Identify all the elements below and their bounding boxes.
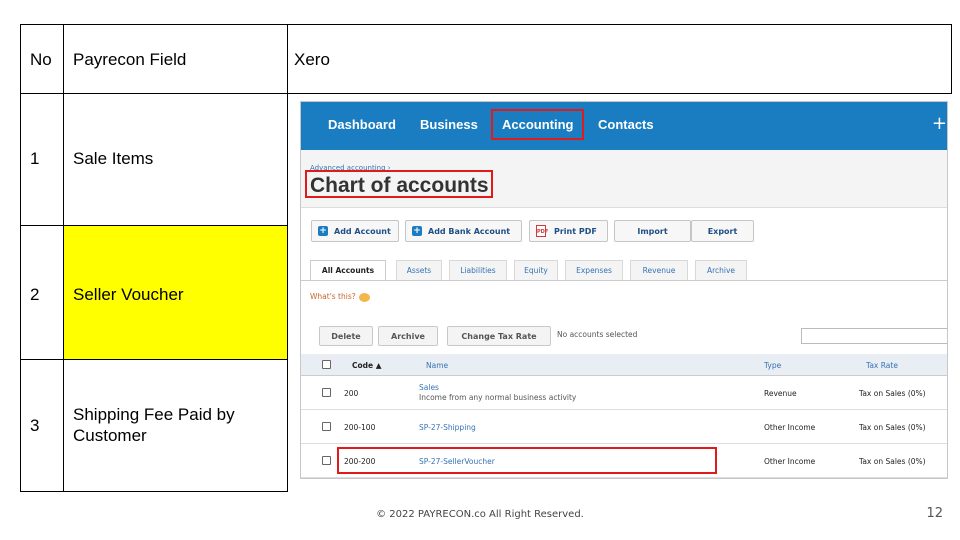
account-type: Other Income (764, 457, 816, 466)
row1-field: Sale Items (73, 149, 154, 168)
row2-no: 2 (30, 285, 40, 304)
tab-expenses[interactable]: Expenses (565, 260, 623, 280)
tab-archive[interactable]: Archive (695, 260, 747, 280)
page-number: 12 (926, 506, 943, 521)
column-name[interactable]: Name (426, 361, 448, 370)
nav-contacts[interactable]: Contacts (598, 117, 654, 132)
tab-all-accounts[interactable]: All Accounts (310, 260, 386, 280)
export-label: Export (707, 226, 738, 236)
nav-business[interactable]: Business (420, 117, 478, 132)
header-no: No (30, 50, 52, 69)
add-bank-account-label: Add Bank Account (428, 226, 511, 236)
row1-no-cell (20, 93, 64, 226)
account-tax-rate: Tax on Sales (0%) (859, 423, 926, 432)
table-row[interactable]: 200-100 SP-27-Shipping Other Income Tax … (301, 410, 947, 444)
tab-revenue[interactable]: Revenue (630, 260, 688, 280)
pdf-icon: PDF (536, 225, 548, 237)
xero-screenshot: Dashboard Business Accounting Contacts +… (300, 101, 948, 479)
account-type: Other Income (764, 423, 816, 432)
header-payrecon-field: Payrecon Field (73, 50, 187, 69)
copyright-footer: © 2022 PAYRECON.co All Right Reserved. (376, 509, 584, 520)
print-pdf-label: Print PDF (554, 226, 597, 236)
column-type[interactable]: Type (764, 361, 781, 370)
tab-liabilities[interactable]: Liabilities (449, 260, 507, 280)
archive-button[interactable]: Archive (378, 326, 438, 346)
account-name[interactable]: SP-27-Shipping (419, 423, 476, 432)
account-type: Revenue (764, 389, 797, 398)
import-label: Import (637, 226, 668, 236)
delete-button[interactable]: Delete (319, 326, 373, 346)
header-xero: Xero (294, 50, 330, 69)
account-description: Income from any normal business activity (419, 393, 577, 402)
import-button[interactable]: Import (614, 220, 691, 242)
account-code: 200-100 (344, 423, 376, 432)
title-highlight-box (305, 170, 493, 198)
account-tax-rate: Tax on Sales (0%) (859, 457, 926, 466)
whats-this-label: What's this? (310, 292, 356, 301)
plus-icon: + (318, 226, 328, 236)
account-code: 200 (344, 389, 359, 398)
print-pdf-button[interactable]: PDF Print PDF (529, 220, 608, 242)
nav-dashboard[interactable]: Dashboard (328, 117, 396, 132)
row3-field-line1: Shipping Fee Paid by (73, 405, 235, 424)
change-tax-rate-button[interactable]: Change Tax Rate (447, 326, 551, 346)
tab-assets[interactable]: Assets (396, 260, 442, 280)
row2-no-cell (20, 225, 64, 360)
header-xero-cell (287, 24, 952, 94)
export-button[interactable]: Export (691, 220, 754, 242)
add-account-label: Add Account (334, 226, 391, 236)
help-bubble-icon (358, 292, 370, 302)
table-row[interactable]: 200 Sales Income from any normal busines… (301, 376, 947, 410)
xero-nav-bar: Dashboard Business Accounting Contacts + (301, 102, 947, 150)
tab-divider (301, 280, 947, 281)
row3-field-line2: Customer (73, 426, 147, 445)
account-tax-rate: Tax on Sales (0%) (859, 389, 926, 398)
add-bank-account-button[interactable]: + Add Bank Account (405, 220, 522, 242)
add-plus-icon[interactable]: + (932, 113, 947, 134)
row1-no: 1 (30, 149, 40, 168)
accounts-table-header: Code ▲ Name Type Tax Rate (301, 354, 947, 376)
column-tax-rate[interactable]: Tax Rate (866, 361, 898, 370)
row-checkbox[interactable] (322, 388, 331, 397)
account-name[interactable]: Sales (419, 383, 439, 392)
tab-equity[interactable]: Equity (514, 260, 558, 280)
row3-no: 3 (30, 416, 40, 435)
search-input[interactable] (801, 328, 947, 344)
row3-no-cell (20, 359, 64, 492)
seller-voucher-row-highlight-box (337, 447, 717, 474)
row-checkbox[interactable] (322, 422, 331, 431)
column-code[interactable]: Code ▲ (352, 361, 382, 370)
selection-status: No accounts selected (557, 330, 638, 339)
plus-icon: + (412, 226, 422, 236)
whats-this-link[interactable]: What's this? (310, 292, 370, 302)
add-account-button[interactable]: + Add Account (311, 220, 399, 242)
accounting-highlight-box (491, 109, 584, 140)
row-checkbox[interactable] (322, 456, 331, 465)
row2-field: Seller Voucher (73, 285, 184, 304)
select-all-checkbox[interactable] (322, 360, 331, 369)
